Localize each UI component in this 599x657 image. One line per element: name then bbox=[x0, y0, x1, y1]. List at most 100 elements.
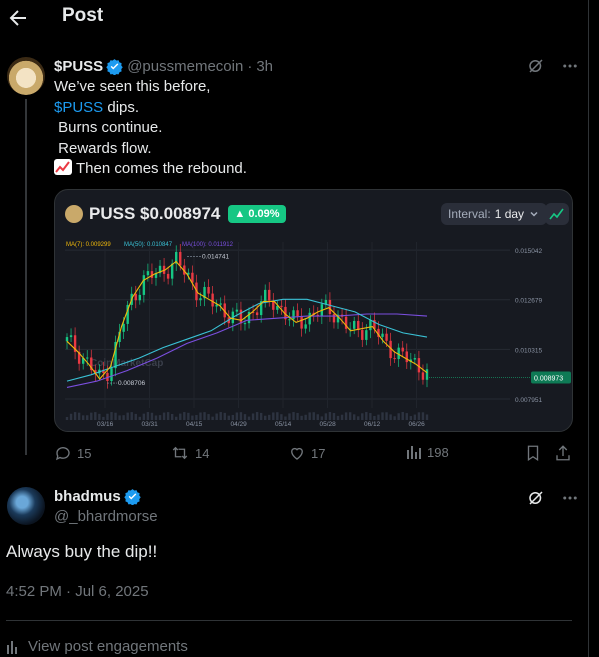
reply-button[interactable]: 15 bbox=[54, 444, 91, 462]
verified-badge-icon bbox=[106, 58, 123, 75]
candle-body bbox=[288, 319, 291, 321]
high-label: 0.014741 bbox=[202, 253, 229, 260]
volume-bar bbox=[284, 416, 287, 420]
candle-body bbox=[425, 369, 429, 380]
volume-bar bbox=[373, 415, 376, 420]
volume-bar bbox=[219, 412, 222, 420]
volume-bar bbox=[69, 413, 73, 420]
candle-body bbox=[385, 333, 388, 341]
avatar[interactable] bbox=[7, 487, 45, 525]
volume-bar bbox=[86, 415, 89, 420]
post-line: We’ve seen this before, bbox=[54, 78, 211, 95]
like-button[interactable]: 17 bbox=[288, 444, 325, 462]
candle-body bbox=[308, 312, 311, 325]
volume-bar bbox=[377, 414, 380, 420]
volume-bar bbox=[154, 415, 158, 420]
author-name[interactable]: $PUSS bbox=[54, 58, 103, 75]
heart-icon bbox=[291, 447, 303, 460]
volume-bar bbox=[227, 415, 230, 420]
view-engagements-link[interactable]: View post engagements bbox=[6, 638, 188, 655]
legend-ma50: MA(50): 0.010847 bbox=[124, 242, 173, 248]
volume-bar bbox=[328, 412, 332, 420]
bookmark-icon[interactable] bbox=[524, 444, 547, 462]
candle-body bbox=[352, 320, 356, 329]
volume-bar bbox=[320, 416, 324, 420]
candle-body bbox=[280, 305, 283, 307]
volume-bar bbox=[296, 412, 299, 420]
volume-bar bbox=[405, 413, 408, 420]
candle-body bbox=[393, 358, 396, 360]
views-button[interactable]: 198 bbox=[406, 444, 449, 460]
candle-body bbox=[199, 298, 202, 301]
avatar[interactable] bbox=[7, 57, 45, 95]
candle-body bbox=[211, 293, 214, 307]
volume-bar bbox=[142, 413, 146, 420]
author-handle[interactable]: @pussmemecoin bbox=[127, 58, 243, 75]
candle-body bbox=[122, 323, 125, 332]
volume-bar bbox=[73, 412, 77, 420]
candle-body bbox=[264, 289, 267, 302]
y-tick-label: 0.012679 bbox=[515, 298, 542, 305]
candle-body bbox=[86, 357, 89, 359]
volume-bar bbox=[215, 413, 218, 420]
volume-bar bbox=[118, 415, 121, 420]
share-icon[interactable] bbox=[554, 444, 577, 462]
volume-bar bbox=[231, 414, 235, 420]
volume-bar bbox=[102, 416, 105, 420]
more-icon[interactable] bbox=[560, 488, 580, 508]
volume-bar bbox=[195, 415, 198, 420]
author-handle[interactable]: @_bhardmorse bbox=[54, 508, 158, 525]
volume-bar bbox=[340, 414, 344, 420]
candle-body bbox=[219, 303, 222, 305]
volume-bar bbox=[401, 412, 404, 420]
post-line: Burns continue. bbox=[54, 119, 163, 136]
post-actions: 15 14 17 198 bbox=[54, 444, 574, 464]
y-tick-label: 0.010315 bbox=[515, 347, 542, 354]
back-arrow-icon[interactable] bbox=[6, 6, 30, 30]
post-timestamp[interactable]: 4:52 PM · Jul 6, 2025 bbox=[6, 583, 149, 600]
more-icon[interactable] bbox=[560, 56, 580, 76]
cashtag-link[interactable]: $PUSS bbox=[54, 99, 103, 116]
y-tick-label: 0.015042 bbox=[515, 248, 542, 255]
thread-line bbox=[25, 99, 27, 455]
volume-bar bbox=[207, 414, 210, 420]
x-tick-label: 06/26 bbox=[409, 421, 426, 428]
reply-top-actions bbox=[526, 488, 580, 508]
volume-bar bbox=[255, 412, 259, 420]
candle-body bbox=[170, 263, 174, 279]
volume-bar bbox=[235, 412, 239, 420]
volume-bar bbox=[170, 413, 174, 420]
candle-body bbox=[405, 351, 408, 363]
grok-icon[interactable] bbox=[526, 488, 546, 508]
volume-bar bbox=[122, 415, 125, 420]
current-price-label: 0.008973 bbox=[534, 376, 563, 383]
reply-icon bbox=[55, 447, 70, 461]
volume-bar bbox=[292, 412, 295, 420]
repost-button[interactable]: 14 bbox=[170, 444, 209, 462]
views-icon bbox=[407, 446, 421, 459]
volume-bar bbox=[162, 412, 166, 420]
volume-bar bbox=[239, 412, 243, 420]
volume-bar bbox=[114, 412, 117, 420]
volume-bar bbox=[393, 416, 396, 420]
column-divider bbox=[588, 0, 589, 657]
page-header: Post bbox=[0, 0, 588, 36]
candle-body bbox=[381, 333, 384, 337]
grok-icon[interactable] bbox=[526, 56, 546, 76]
x-tick-label: 03/16 bbox=[97, 421, 114, 428]
legend-ma7: MA(7): 0.009299 bbox=[66, 242, 111, 248]
author-name[interactable]: bhadmus bbox=[54, 488, 121, 505]
low-label: 0.008706 bbox=[118, 380, 145, 387]
x-tick-label: 06/12 bbox=[364, 421, 381, 428]
chart-card[interactable]: PUSS $0.008974 ▲ 0.09% Interval: 1 day 0… bbox=[54, 189, 573, 432]
candle-body bbox=[146, 271, 150, 276]
volume-bar bbox=[268, 414, 271, 420]
candle-body bbox=[239, 309, 243, 324]
ma100-line bbox=[66, 313, 428, 388]
volume-bar bbox=[158, 415, 162, 420]
volume-bar bbox=[175, 416, 178, 420]
post-line: Rewards flow. bbox=[54, 139, 152, 157]
x-tick-label: 05/28 bbox=[320, 421, 337, 428]
post-time[interactable]: 3h bbox=[256, 58, 273, 75]
volume-bar bbox=[312, 412, 315, 420]
